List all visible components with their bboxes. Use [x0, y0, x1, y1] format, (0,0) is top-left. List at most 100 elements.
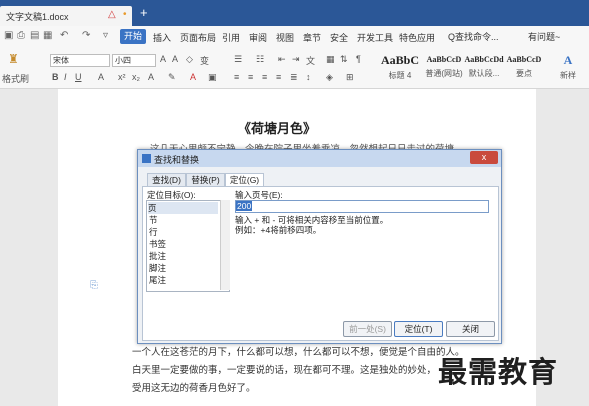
close-button[interactable]: 关闭	[446, 321, 495, 337]
style-normal-web-name: 普通(网站)	[425, 69, 463, 78]
list-item[interactable]: 节	[149, 214, 158, 226]
paragraph-line-2: 一个人在这苍茫的月下，什么都可以想，什么都可以不想，便觉是个自由的人。	[132, 347, 465, 358]
preview-icon[interactable]: ▤	[30, 30, 39, 41]
style-new-sample: A	[563, 53, 573, 67]
list-scrollbar[interactable]	[220, 200, 230, 290]
bold-icon[interactable]: B	[52, 72, 59, 82]
paragraph-line-4: 受用这无边的荷香月色好了。	[132, 383, 256, 394]
menu-security[interactable]: 安全	[330, 31, 348, 44]
chinese-layout-icon[interactable]: 文	[306, 54, 315, 67]
list-item[interactable]: 行	[149, 226, 158, 238]
style-heading4-sample: AaBbC	[380, 53, 419, 67]
font-size-shrink-icon[interactable]: A	[172, 54, 178, 64]
style-default-para[interactable]: AaBbCcDd 默认段...	[462, 53, 506, 83]
style-key-point-sample: AaBbCcD	[506, 55, 542, 64]
style-new-name: 新样	[560, 71, 576, 80]
unsaved-dot-icon: •	[123, 9, 127, 20]
dropdown-icon[interactable]: ▿	[103, 30, 108, 41]
help-link[interactable]: 有问题~	[528, 30, 560, 43]
document-map-icon[interactable]: ⎘	[90, 280, 98, 291]
document-tab[interactable]: 文字文稿1.docx △ •	[0, 6, 132, 26]
menu-review[interactable]: 审阅	[249, 31, 267, 44]
menu-bar: ▣ ⎙ ▤ ▦ ↶ ↷ ▿ 开始 插入 页面布局 引用 审阅 视图 章节 安全 …	[0, 26, 589, 48]
style-key-point[interactable]: AaBbCcD 要点	[502, 53, 546, 83]
dialog-title: 查找和替换	[154, 155, 200, 165]
style-new[interactable]: A 新样	[548, 53, 588, 83]
app-icon	[142, 154, 151, 163]
format-painter-label[interactable]: 格式刷	[2, 72, 29, 85]
list-item[interactable]: 页	[148, 202, 218, 214]
shading-icon[interactable]: ◈	[326, 72, 333, 83]
style-heading4[interactable]: AaBbC 标题 4	[378, 53, 422, 83]
paragraph-line-3: 白天里一定要做的事，一定要说的话，现在都可不理。这是独处的妙处，	[132, 365, 437, 376]
font-size-select[interactable]: 小四	[112, 54, 156, 67]
underline-icon[interactable]: U	[75, 72, 82, 82]
previous-button[interactable]: 前一处(S)	[343, 321, 392, 337]
redo-icon[interactable]: ↷	[82, 30, 90, 41]
font-name-select[interactable]: 宋体	[50, 54, 110, 67]
title-bar: 文字文稿1.docx △ • +	[0, 0, 589, 26]
justify-icon[interactable]: ≡	[276, 72, 281, 82]
menu-insert[interactable]: 插入	[153, 31, 171, 44]
command-search[interactable]: Q查找命令...	[448, 30, 499, 43]
align-right-icon[interactable]: ≡	[262, 72, 267, 82]
char-border-icon[interactable]: ▣	[208, 72, 217, 83]
goto-hint-2: 例如：+4将前移四项。	[235, 225, 322, 235]
numbering-icon[interactable]: ☷	[256, 54, 264, 65]
menu-features[interactable]: 特色应用	[399, 31, 435, 44]
clear-format-icon[interactable]: ◇	[186, 54, 193, 65]
distribute-icon[interactable]: ≣	[290, 72, 298, 83]
phonetic-icon[interactable]: 变	[200, 54, 209, 67]
document-tab-title: 文字文稿1.docx	[6, 12, 69, 22]
watermark-logo: 最需教育	[438, 355, 559, 389]
show-marks-icon[interactable]: ¶	[356, 54, 361, 64]
style-heading4-name: 标题 4	[388, 71, 412, 80]
style-normal-web-sample: AaBbCcD	[426, 55, 462, 64]
menu-section[interactable]: 章节	[303, 31, 321, 44]
align-left-icon[interactable]: ≡	[234, 72, 239, 82]
document-title: 《荷塘月色》	[238, 121, 317, 136]
save-icon[interactable]: ▣	[4, 30, 13, 41]
list-item[interactable]: 尾注	[149, 274, 166, 286]
menu-references[interactable]: 引用	[222, 31, 240, 44]
warning-icon: △	[108, 9, 116, 20]
ribbon: ♜ 格式刷 宋体 小四 A A ◇ 变 B I U A x² x₂ A ✎ A …	[0, 48, 589, 89]
dialog-close-button[interactable]: x	[470, 151, 498, 164]
borders-icon[interactable]: ⊞	[346, 72, 354, 83]
font-size-grow-icon[interactable]: A	[160, 54, 166, 64]
style-normal-web[interactable]: AaBbCcD 普通(网站)	[422, 53, 466, 83]
sort-icon[interactable]: ⇅	[340, 54, 348, 65]
style-default-para-name: 默认段...	[468, 69, 500, 78]
outdent-icon[interactable]: ⇤	[278, 54, 286, 65]
page-number-value: 200	[236, 201, 253, 211]
list-item[interactable]: 书签	[149, 238, 166, 250]
new-tab-button[interactable]: +	[140, 5, 148, 20]
undo-icon[interactable]: ↶	[60, 30, 68, 41]
format-painter-icon[interactable]: ♜	[8, 52, 19, 66]
menu-view[interactable]: 视图	[276, 31, 294, 44]
superscript-icon[interactable]: x²	[118, 72, 126, 82]
export-icon[interactable]: ▦	[43, 30, 52, 41]
line-spacing-icon[interactable]: ↕	[306, 72, 311, 82]
highlight-icon[interactable]: ✎	[168, 72, 176, 83]
italic-icon[interactable]: I	[64, 72, 67, 82]
style-default-para-sample: AaBbCcDd	[464, 55, 504, 64]
table-icon[interactable]: ▦	[326, 54, 335, 65]
goto-button[interactable]: 定位(T)	[394, 321, 443, 337]
page-number-input[interactable]: 200	[235, 200, 489, 213]
bullets-icon[interactable]: ☰	[234, 54, 242, 65]
menu-start[interactable]: 开始	[120, 29, 146, 44]
dialog-title-bar[interactable]: 查找和替换 x	[138, 150, 501, 167]
list-item[interactable]: 脚注	[149, 262, 166, 274]
indent-icon[interactable]: ⇥	[292, 54, 300, 65]
strikethrough-icon[interactable]: A	[98, 72, 104, 82]
goto-target-list[interactable]: 页 节 行 书签 批注 脚注 尾注	[146, 200, 230, 292]
menu-page-layout[interactable]: 页面布局	[180, 31, 216, 44]
list-item[interactable]: 批注	[149, 250, 166, 262]
print-icon[interactable]: ⎙	[17, 30, 25, 41]
subscript-icon[interactable]: x₂	[132, 72, 140, 82]
menu-developer[interactable]: 开发工具	[357, 31, 393, 44]
font-color-icon[interactable]: A	[190, 72, 196, 82]
align-center-icon[interactable]: ≡	[248, 72, 253, 82]
text-effect-icon[interactable]: A	[148, 72, 154, 82]
